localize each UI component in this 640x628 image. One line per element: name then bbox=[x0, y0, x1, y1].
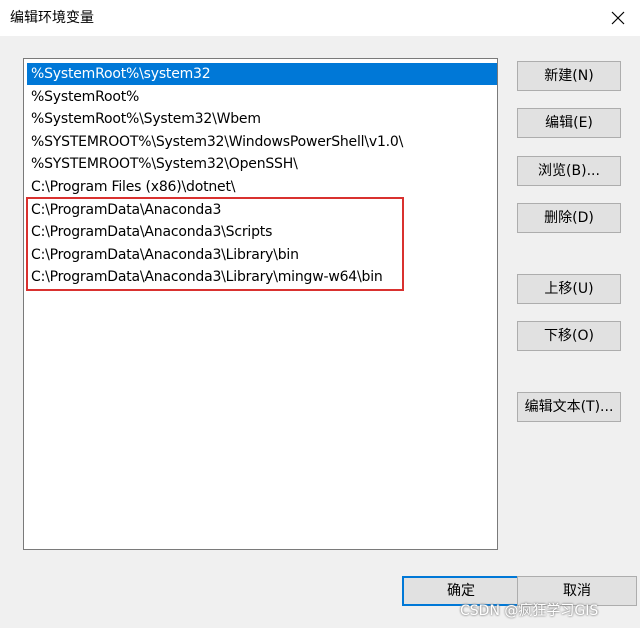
list-item[interactable]: C:\Program Files (x86)\dotnet\ bbox=[27, 176, 497, 198]
close-button[interactable] bbox=[596, 0, 640, 36]
edit-button[interactable]: 编辑(E) bbox=[517, 108, 621, 138]
close-icon bbox=[611, 11, 625, 25]
window-title: 编辑环境变量 bbox=[10, 10, 94, 26]
list-item[interactable]: C:\ProgramData\Anaconda3\Library\mingw-w… bbox=[27, 266, 497, 288]
list-item[interactable]: %SYSTEMROOT%\System32\OpenSSH\ bbox=[27, 153, 497, 175]
edit-text-button[interactable]: 编辑文本(T)... bbox=[517, 392, 621, 422]
new-button[interactable]: 新建(N) bbox=[517, 61, 621, 91]
move-up-button[interactable]: 上移(U) bbox=[517, 274, 621, 304]
list-item[interactable]: C:\ProgramData\Anaconda3\Library\bin bbox=[27, 244, 497, 266]
list-item[interactable]: C:\ProgramData\Anaconda3 bbox=[27, 199, 497, 221]
list-item[interactable]: %SystemRoot%\System32\Wbem bbox=[27, 108, 497, 130]
path-list[interactable]: %SystemRoot%\system32 %SystemRoot% %System… bbox=[23, 58, 498, 550]
watermark: CSDN @疯狂学习GIS bbox=[460, 603, 599, 619]
list-item[interactable]: %SystemRoot% bbox=[27, 86, 497, 108]
title-bar: 编辑环境变量 bbox=[0, 0, 640, 36]
delete-button[interactable]: 删除(D) bbox=[517, 203, 621, 233]
move-down-button[interactable]: 下移(O) bbox=[517, 321, 621, 351]
list-item[interactable]: %SystemRoot%\system32 bbox=[27, 63, 497, 85]
list-item[interactable]: %SYSTEMROOT%\System32\WindowsPowerShell\… bbox=[27, 131, 497, 153]
browse-button[interactable]: 浏览(B)... bbox=[517, 156, 621, 186]
list-item[interactable]: C:\ProgramData\Anaconda3\Scripts bbox=[27, 221, 497, 243]
